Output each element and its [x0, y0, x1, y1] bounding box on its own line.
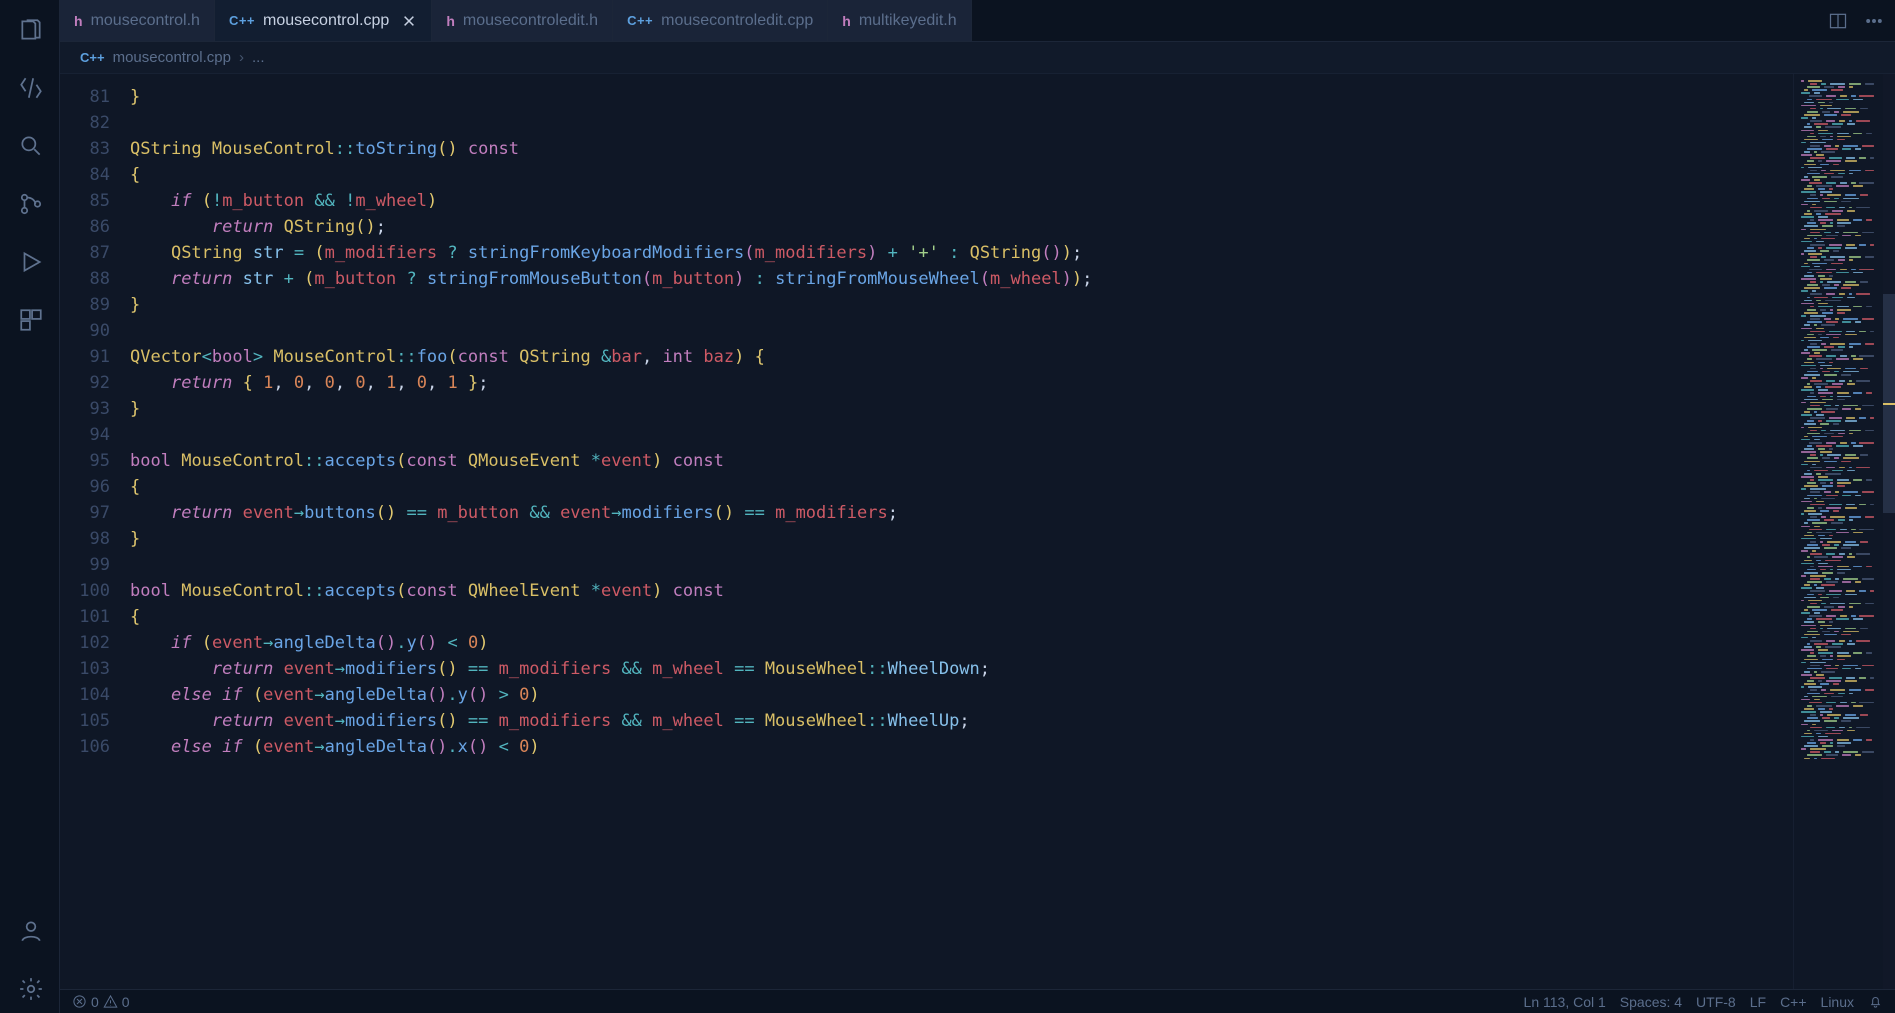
account-icon[interactable]: [6, 907, 54, 955]
line-number: 95: [60, 448, 110, 474]
line-number: 101: [60, 604, 110, 630]
more-actions-icon[interactable]: [1863, 10, 1885, 32]
tab-mousecontroledit-cpp[interactable]: C++ mousecontroledit.cpp: [613, 0, 828, 41]
settings-gear-icon[interactable]: [6, 965, 54, 1013]
line-number: 97: [60, 500, 110, 526]
status-os[interactable]: Linux: [1821, 994, 1854, 1010]
header-file-icon: h: [446, 13, 455, 29]
line-number: 103: [60, 656, 110, 682]
line-number: 102: [60, 630, 110, 656]
line-number: 89: [60, 292, 110, 318]
extensions-alt-icon[interactable]: [6, 64, 54, 112]
status-eol[interactable]: LF: [1750, 994, 1766, 1010]
tab-actions: [1817, 0, 1895, 41]
vertical-scrollbar[interactable]: [1883, 74, 1895, 989]
line-number: 91: [60, 344, 110, 370]
line-number: 100: [60, 578, 110, 604]
tab-label: mousecontrol.cpp: [263, 12, 389, 30]
tab-mousecontrol-cpp[interactable]: C++ mousecontrol.cpp: [215, 0, 432, 41]
line-number: 83: [60, 136, 110, 162]
line-number: 96: [60, 474, 110, 500]
tab-mousecontrol-h[interactable]: h mousecontrol.h: [60, 0, 215, 41]
tab-mousecontroledit-h[interactable]: h mousecontroledit.h: [432, 0, 613, 41]
line-number-gutter[interactable]: 8182838485868788899091929394959697989910…: [60, 74, 120, 989]
line-number: 85: [60, 188, 110, 214]
explorer-icon[interactable]: [6, 6, 54, 54]
line-number: 99: [60, 552, 110, 578]
line-number: 87: [60, 240, 110, 266]
run-debug-icon[interactable]: [6, 238, 54, 286]
close-icon[interactable]: [401, 13, 417, 29]
line-number: 90: [60, 318, 110, 344]
line-number: 98: [60, 526, 110, 552]
breadcrumb-lang-icon: C++: [80, 50, 105, 65]
code-editor[interactable]: } QString MouseControl::toString() const…: [120, 74, 1783, 989]
tab-label: multikeyedit.h: [859, 12, 957, 30]
header-file-icon: h: [842, 13, 851, 29]
status-indent[interactable]: Spaces: 4: [1620, 994, 1682, 1010]
tab-label: mousecontroledit.h: [463, 12, 598, 30]
editor-area: 8182838485868788899091929394959697989910…: [60, 74, 1895, 989]
line-number: 92: [60, 370, 110, 396]
line-number: 81: [60, 84, 110, 110]
line-number: 93: [60, 396, 110, 422]
breadcrumb-file: mousecontrol.cpp: [113, 49, 231, 66]
tab-bar: hmousecontrol.hC++mousecontrol.cpphmouse…: [60, 0, 1895, 42]
tab-multikeyedit-h[interactable]: h multikeyedit.h: [828, 0, 971, 41]
line-number: 84: [60, 162, 110, 188]
tab-label: mousecontrol.h: [91, 12, 200, 30]
editor-group: hmousecontrol.hC++mousecontrol.cpphmouse…: [60, 0, 1895, 989]
status-problems[interactable]: 0 0: [72, 994, 130, 1010]
breadcrumb[interactable]: C++ mousecontrol.cpp › ...: [60, 42, 1895, 74]
cpp-file-icon: C++: [627, 13, 653, 28]
chevron-right-icon: ›: [239, 49, 244, 66]
line-number: 86: [60, 214, 110, 240]
overview-mark-warning: [1883, 403, 1895, 405]
search-icon[interactable]: [6, 122, 54, 170]
breadcrumb-rest: ...: [252, 49, 265, 66]
line-number: 106: [60, 734, 110, 760]
line-number: 88: [60, 266, 110, 292]
line-number: 82: [60, 110, 110, 136]
extensions-icon[interactable]: [6, 296, 54, 344]
header-file-icon: h: [74, 13, 83, 29]
line-number: 104: [60, 682, 110, 708]
line-number: 105: [60, 708, 110, 734]
cpp-file-icon: C++: [229, 13, 255, 28]
status-bar: 0 0 Ln 113, Col 1 Spaces: 4 UTF-8 LF C++…: [60, 989, 1895, 1013]
minimap[interactable]: [1793, 74, 1883, 989]
activity-bar: [0, 0, 60, 1013]
source-control-icon[interactable]: [6, 180, 54, 228]
split-editor-icon[interactable]: [1827, 10, 1849, 32]
status-bell-icon[interactable]: [1868, 994, 1883, 1009]
status-ln-col[interactable]: Ln 113, Col 1: [1524, 994, 1606, 1010]
status-language[interactable]: C++: [1780, 994, 1806, 1010]
status-encoding[interactable]: UTF-8: [1696, 994, 1736, 1010]
tab-label: mousecontroledit.cpp: [661, 12, 813, 30]
line-number: 94: [60, 422, 110, 448]
